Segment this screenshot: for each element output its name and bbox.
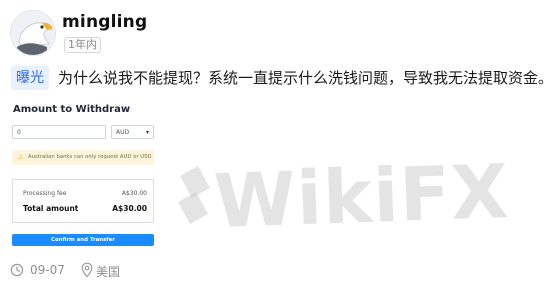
total-label: Total amount <box>23 204 79 213</box>
currency-value: AUD <box>116 129 130 136</box>
wikifx-watermark: WikiFX <box>172 146 511 256</box>
currency-select: AUD ▾ <box>111 125 154 139</box>
confirm-transfer-button: Confirm and Transfer <box>12 234 154 246</box>
post-location: 美国 <box>96 265 121 279</box>
post-footer: 09-07 美国 <box>10 262 210 280</box>
withdraw-title: Amount to Withdraw <box>13 104 131 115</box>
wikifx-logo-icon <box>178 166 210 224</box>
exposure-tag[interactable]: 曝光 <box>11 66 49 90</box>
clock-icon <box>10 263 24 277</box>
location-pin-icon <box>81 262 93 278</box>
time-badge: 1年内 <box>64 37 101 53</box>
watermark-text: WikiFX <box>212 148 511 246</box>
fee-value: A$30.00 <box>121 190 147 197</box>
username[interactable]: mingling <box>62 12 147 32</box>
total-value: A$30.00 <box>112 204 147 213</box>
withdraw-screenshot[interactable]: Amount to Withdraw 0 AUD ▾ ⚠ Australian … <box>10 97 160 251</box>
warning-icon: ⚠ <box>18 154 24 161</box>
avatar[interactable] <box>10 10 56 56</box>
eagle-avatar-icon <box>11 11 55 55</box>
notice-text: Australian banks can only request AUD or… <box>28 154 152 160</box>
post-text: 为什么说我不能提现？系统一直提示什么洗钱问题，导致我无法提取资金。 <box>58 69 553 87</box>
post-header: mingling 1年内 <box>10 10 543 58</box>
summary-box: Processing fee A$30.00 Total amount A$30… <box>12 179 154 223</box>
amount-input: 0 <box>12 125 106 139</box>
chevron-down-icon: ▾ <box>145 129 149 136</box>
currency-notice: ⚠ Australian banks can only request AUD … <box>12 150 154 165</box>
post-date: 09-07 <box>30 263 65 277</box>
fee-label: Processing fee <box>23 190 67 197</box>
